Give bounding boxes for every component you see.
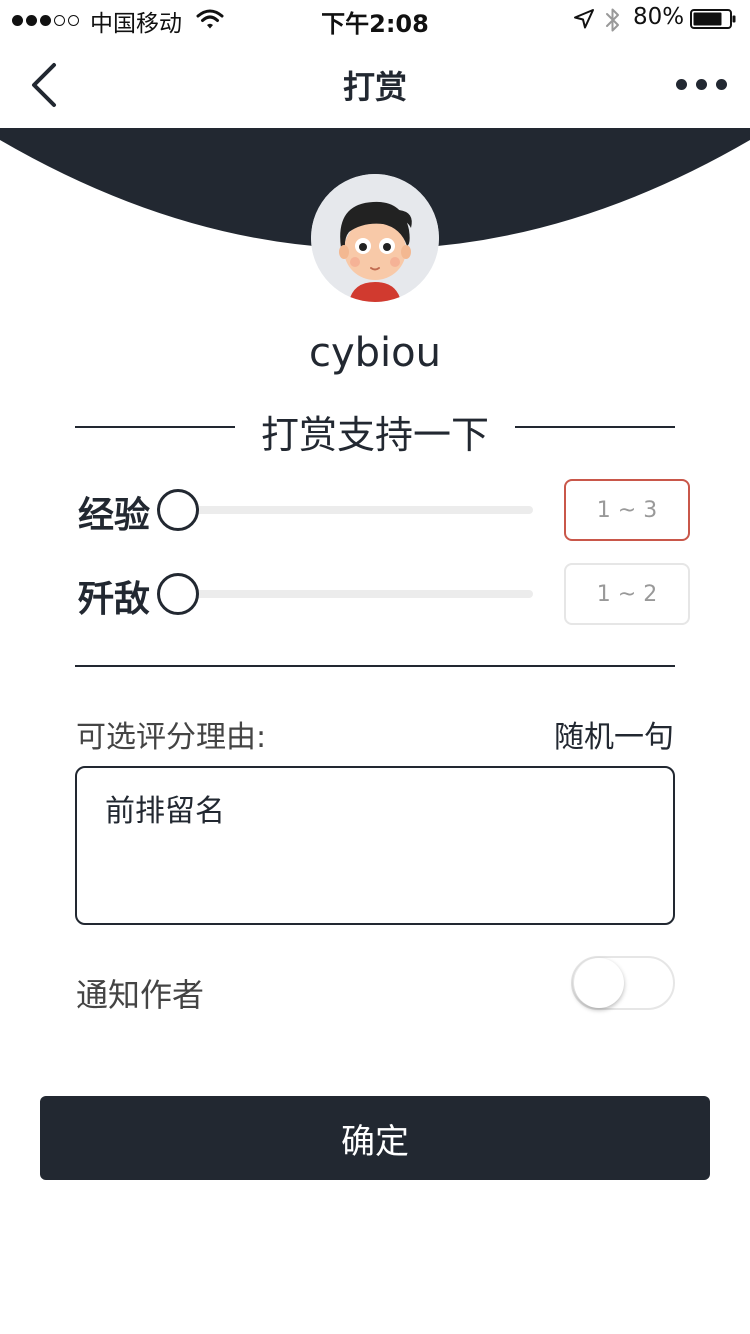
experience-slider-track[interactable] <box>180 506 533 514</box>
status-bar: 中国移动 下午2:08 80% <box>0 0 750 40</box>
kills-value-input[interactable]: 1 ~ 2 <box>564 563 690 625</box>
title-divider-right <box>515 426 675 428</box>
back-button[interactable] <box>26 62 66 108</box>
toggle-knob <box>574 958 624 1008</box>
clock-time: 下午2:08 <box>321 10 429 38</box>
reason-label: 可选评分理由: <box>76 720 267 755</box>
title-divider-left <box>75 426 235 428</box>
carrier-name: 中国移动 <box>90 11 182 37</box>
kills-slider-track[interactable] <box>180 590 533 598</box>
section-divider <box>75 665 675 667</box>
signal-strength-icon <box>12 6 79 34</box>
cartoon-avatar-icon <box>311 174 439 302</box>
wifi-icon <box>196 8 224 34</box>
avatar <box>311 174 439 302</box>
notify-author-label: 通知作者 <box>76 976 205 1014</box>
experience-slider-thumb[interactable] <box>157 489 199 531</box>
username: cybiou <box>309 330 441 376</box>
kills-label: 歼敌 <box>78 579 151 620</box>
chevron-left-icon <box>32 63 56 107</box>
experience-value-input[interactable]: 1 ~ 3 <box>564 479 690 541</box>
confirm-button[interactable]: 确定 <box>40 1096 710 1180</box>
kills-slider-thumb[interactable] <box>157 573 199 615</box>
random-reason-link[interactable]: 随机一句 <box>530 712 674 756</box>
section-title: 打赏支持一下 <box>260 413 489 457</box>
reason-textarea[interactable]: 前排留名 <box>75 766 675 925</box>
reason-text: 前排留名 <box>105 794 225 829</box>
battery-percentage: 80% <box>633 4 685 30</box>
page-title: 打赏 <box>342 68 407 106</box>
notify-author-toggle[interactable] <box>571 956 675 1010</box>
battery-icon <box>690 9 736 29</box>
more-dots-icon <box>676 78 687 90</box>
bluetooth-icon <box>603 7 623 37</box>
location-arrow-icon <box>573 8 595 34</box>
more-button[interactable] <box>676 74 736 94</box>
experience-label: 经验 <box>78 495 151 536</box>
